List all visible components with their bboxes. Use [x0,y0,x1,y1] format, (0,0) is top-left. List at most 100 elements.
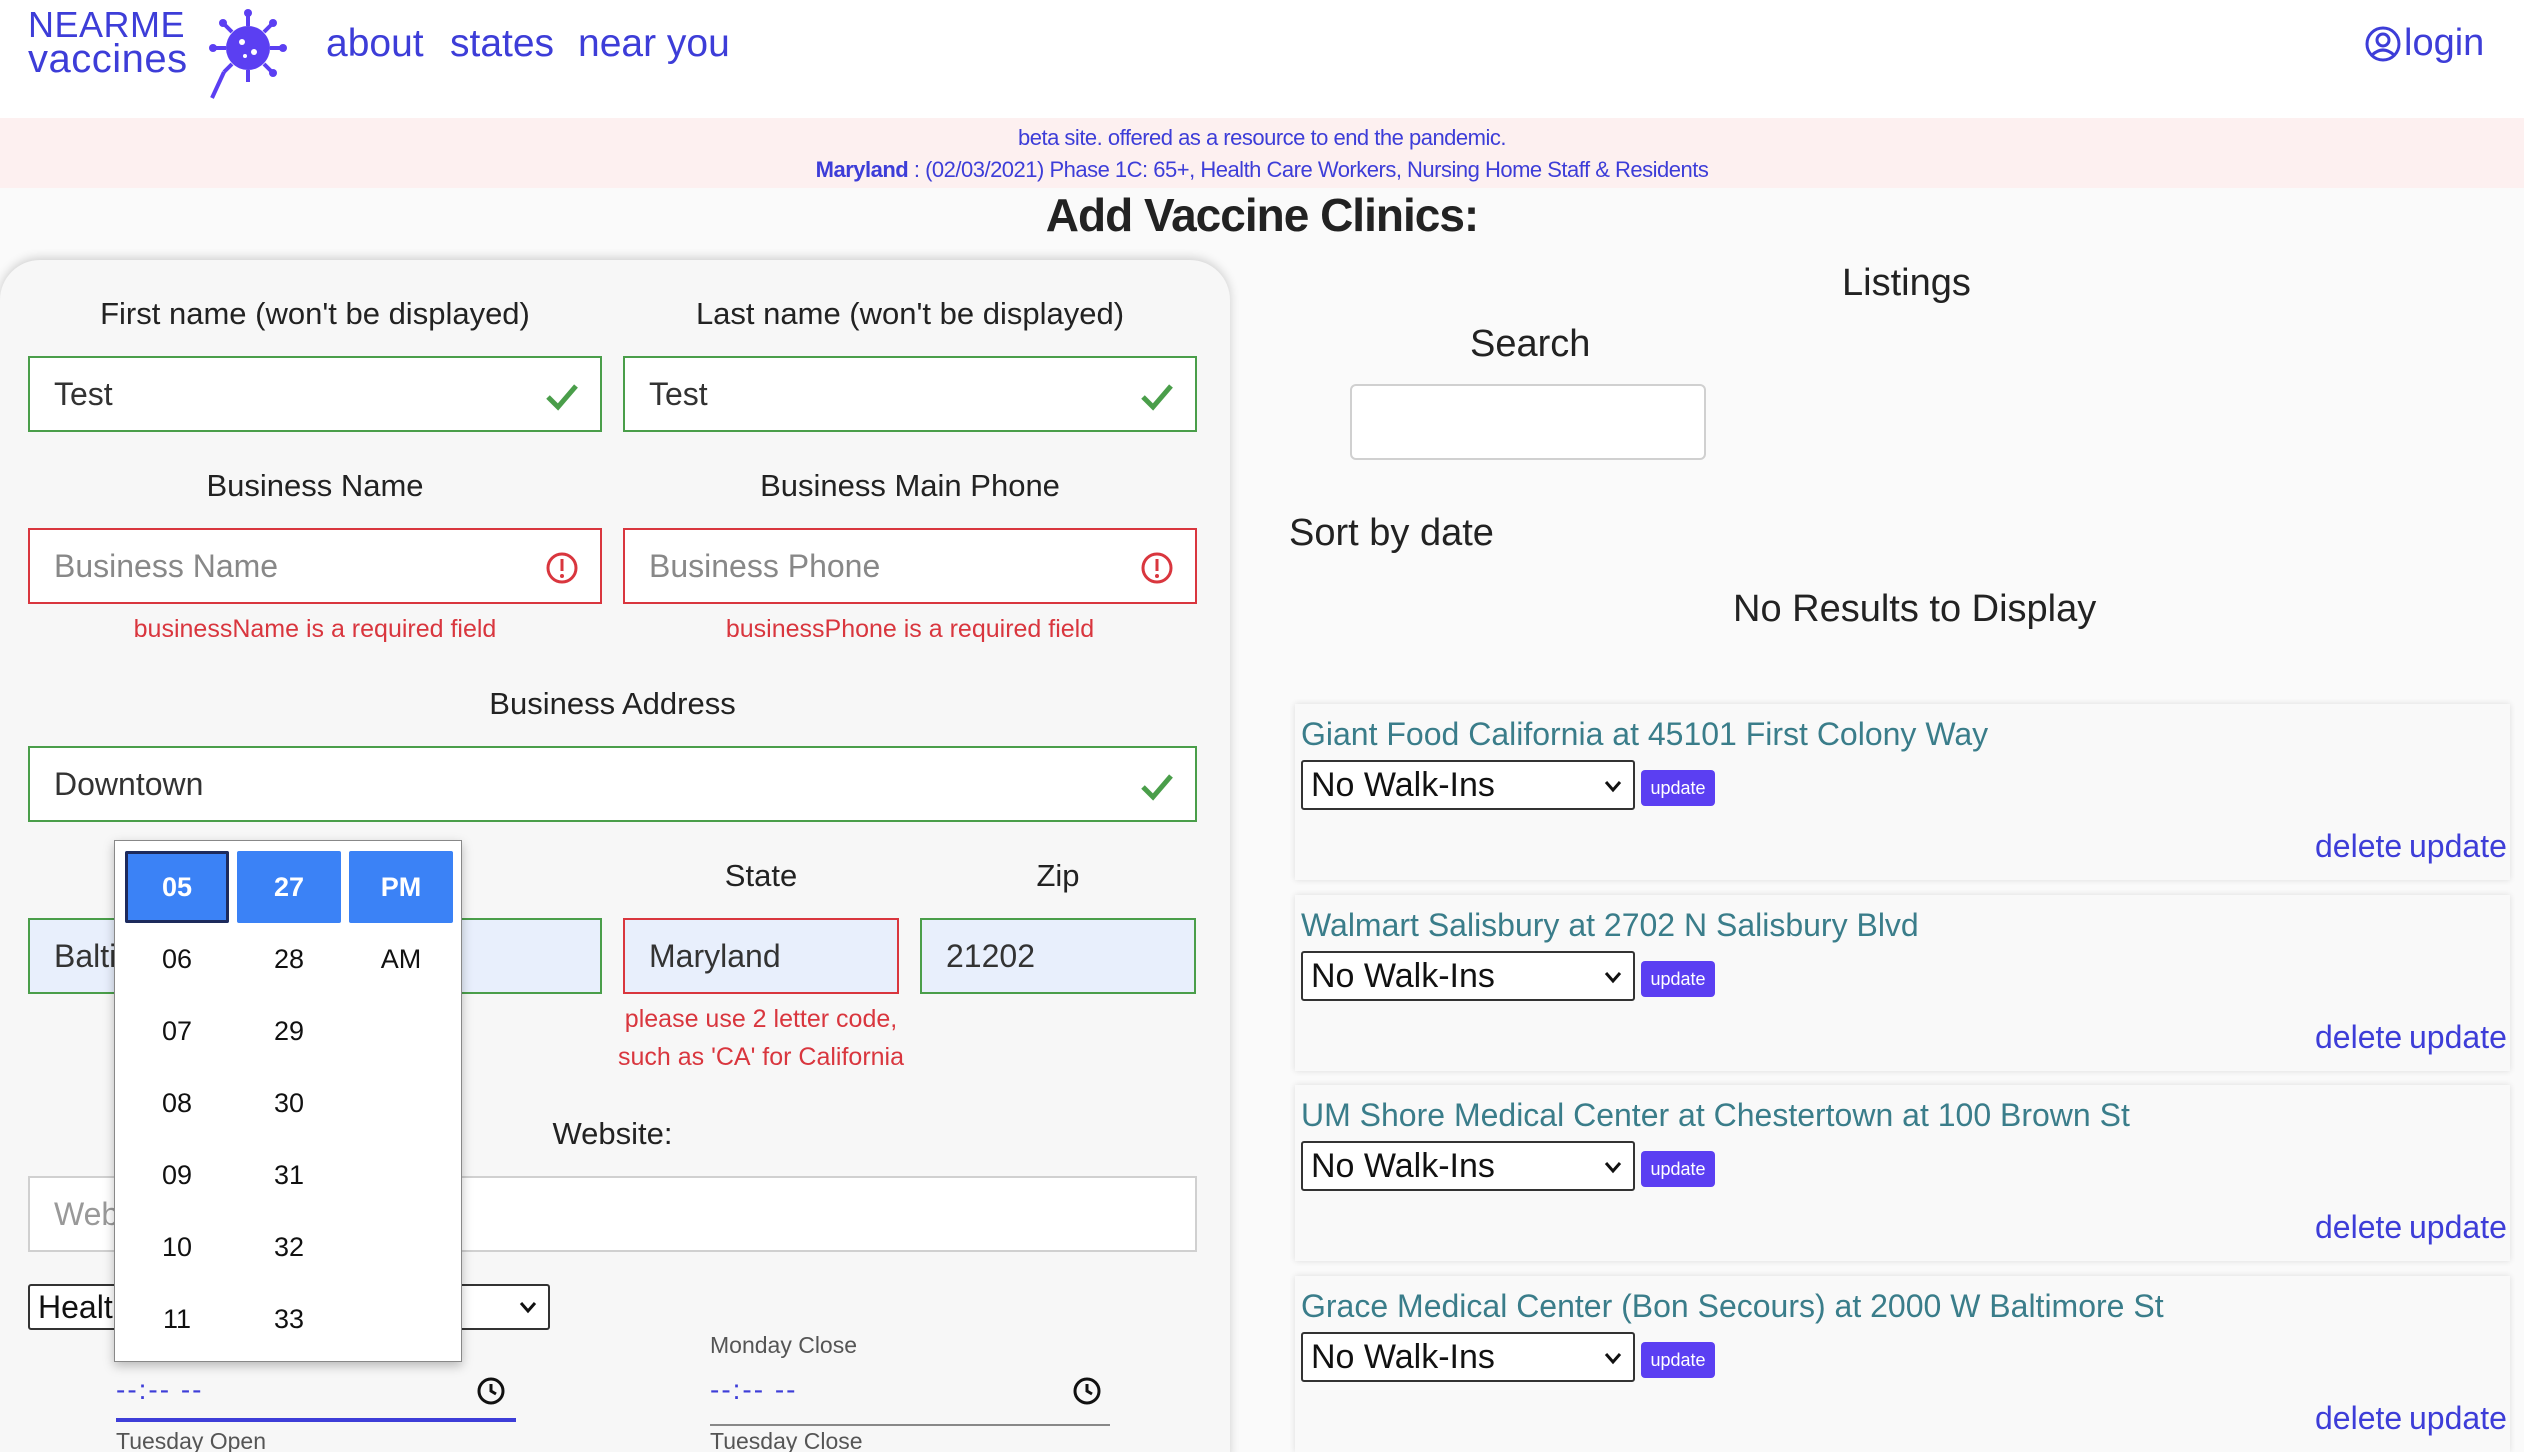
update-link[interactable]: update [2409,1209,2507,1246]
monday-close-underline [710,1424,1110,1426]
listing-title[interactable]: Walmart Salisbury at 2702 N Salisbury Bl… [1301,907,1919,944]
update-walkin-button[interactable]: update [1641,1151,1715,1187]
banner-line-1: beta site. offered as a resource to end … [1018,125,1506,150]
business-address-input[interactable]: Downtown [28,746,1197,822]
walkin-select[interactable]: No Walk-Ins [1301,1141,1635,1191]
hour-option[interactable]: 10 [125,1211,229,1283]
logo-text: NEARME vaccines [28,7,188,81]
update-walkin-button[interactable]: update [1641,961,1715,997]
minute-option[interactable]: 27 [237,851,341,923]
clock-icon[interactable] [476,1376,506,1406]
business-phone-input[interactable]: Business Phone [623,528,1197,604]
tuesday-open-label: Tuesday Open [116,1428,267,1452]
delete-link[interactable]: delete [2315,1400,2402,1437]
sort-by-date[interactable]: Sort by date [1289,512,1494,555]
walkin-select[interactable]: No Walk-Ins [1301,1332,1635,1382]
business-name-placeholder: Business Name [54,547,279,584]
first-name-input[interactable]: Test [28,356,602,432]
check-icon [1141,384,1173,411]
no-results-message: No Results to Display [1733,588,2097,630]
nav-near-you[interactable]: near you [578,22,730,66]
hour-option[interactable]: 06 [125,923,229,995]
business-type-value: Healt [38,1288,113,1325]
listing-card: UM Shore Medical Center at Chestertown a… [1295,1085,2510,1261]
last-name-value: Test [649,375,708,412]
delete-link[interactable]: delete [2315,828,2402,865]
listing-card: Walmart Salisbury at 2702 N Salisbury Bl… [1295,895,2510,1071]
chevron-down-icon [1604,972,1622,984]
minute-option[interactable]: 30 [237,1067,341,1139]
update-link[interactable]: update [2409,1019,2507,1056]
nav-states[interactable]: states [450,22,554,66]
beta-banner: beta site. offered as a resource to end … [0,118,2524,188]
banner-line-2: Maryland : (02/03/2021) Phase 1C: 65+, H… [0,154,2524,186]
check-icon [546,384,578,411]
first-name-value: Test [54,375,113,412]
state-input[interactable]: Maryland [623,918,899,994]
listing-title[interactable]: Grace Medical Center (Bon Secours) at 20… [1301,1288,2164,1325]
minute-option[interactable]: 29 [237,995,341,1067]
last-name-input[interactable]: Test [623,356,1197,432]
site-logo[interactable]: NEARME vaccines [28,7,288,99]
monday-open-underline [116,1418,516,1422]
walkin-value: No Walk-Ins [1311,1337,1495,1376]
monday-open-time[interactable]: --:-- -- [116,1374,204,1406]
search-input[interactable] [1350,384,1706,460]
page-title: Add Vaccine Clinics: [1045,189,1479,241]
walkin-select[interactable]: No Walk-Ins [1301,951,1635,1001]
listing-card: Giant Food California at 45101 First Col… [1295,704,2510,880]
login-link[interactable]: login [2364,22,2484,65]
minute-option[interactable]: 28 [237,923,341,995]
clock-icon[interactable] [1072,1376,1102,1406]
ampm-option[interactable]: AM [349,923,453,995]
hour-column[interactable]: 05 06 07 08 09 10 11 [125,851,229,1355]
hour-option[interactable]: 08 [125,1067,229,1139]
state-value: Maryland [649,937,781,974]
banner-phase-text: : (02/03/2021) Phase 1C: 65+, Health Car… [908,157,1709,182]
update-walkin-button[interactable]: update [1641,1342,1715,1378]
user-circle-icon [2365,26,2401,61]
check-icon [1141,774,1173,801]
ampm-column[interactable]: PM AM [349,851,453,995]
minute-option[interactable]: 33 [237,1283,341,1355]
ampm-option[interactable]: PM [349,851,453,923]
hour-option[interactable]: 07 [125,995,229,1067]
listing-title[interactable]: UM Shore Medical Center at Chestertown a… [1301,1097,2130,1134]
website-placeholder: Web [54,1195,120,1232]
error-icon [546,552,578,584]
state-error-line-1: please use 2 letter code, [624,1005,898,1033]
delete-link[interactable]: delete [2315,1019,2402,1056]
listing-title[interactable]: Giant Food California at 45101 First Col… [1301,716,1988,753]
hour-option[interactable]: 09 [125,1139,229,1211]
walkin-select[interactable]: No Walk-Ins [1301,760,1635,810]
listing-card: Grace Medical Center (Bon Secours) at 20… [1295,1276,2510,1452]
top-navbar: NEARME vaccines about states near you lo… [0,0,2524,118]
chevron-down-icon [519,1302,537,1314]
hour-option[interactable]: 05 [125,851,229,923]
business-name-input[interactable]: Business Name [28,528,602,604]
state-error-line-2: such as 'CA' for California [617,1043,905,1071]
zip-input[interactable]: 21202 [920,918,1196,994]
minute-option[interactable]: 31 [237,1139,341,1211]
virus-syringe-icon [209,9,287,99]
login-label: login [2404,22,2485,64]
minute-option[interactable]: 32 [237,1211,341,1283]
business-phone-error: businessPhone is a required field [725,615,1095,643]
state-label: State [724,858,798,893]
chevron-down-icon [1604,781,1622,793]
delete-link[interactable]: delete [2315,1209,2402,1246]
minute-column[interactable]: 27 28 29 30 31 32 33 [237,851,341,1355]
business-phone-label: Business Main Phone [760,468,1060,503]
monday-close-time[interactable]: --:-- -- [710,1374,798,1406]
logo-line-2: vaccines [28,37,188,81]
business-name-error: businessName is a required field [133,615,497,643]
update-walkin-button[interactable]: update [1641,770,1715,806]
zip-label: Zip [1036,858,1080,893]
hour-option[interactable]: 11 [125,1283,229,1355]
error-icon [1141,552,1173,584]
nav-about[interactable]: about [326,22,424,66]
update-link[interactable]: update [2409,1400,2507,1437]
business-address-value: Downtown [54,765,204,802]
update-link[interactable]: update [2409,828,2507,865]
business-address-label: Business Address [489,686,736,721]
